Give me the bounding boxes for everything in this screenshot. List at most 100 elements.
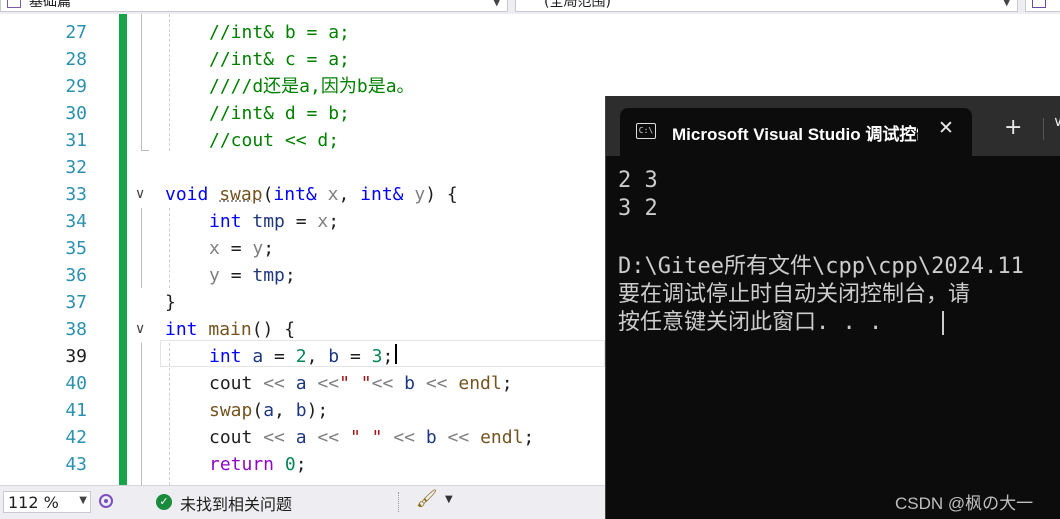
string-literal: " " <box>339 373 372 394</box>
punctuation: ; <box>295 454 307 475</box>
identifier: cout <box>209 373 253 394</box>
chevron-down-icon[interactable]: ▼ <box>445 494 453 505</box>
code-line-35: x = y; <box>209 235 274 262</box>
punctuation: ( <box>262 184 274 205</box>
line-number: 36 <box>65 265 87 286</box>
parameter: y <box>209 265 220 286</box>
member-dropdown[interactable] <box>1025 0 1060 12</box>
code-line-42: cout << a << " " << b << endl; <box>209 424 534 451</box>
code-line-33: void swap(int& x, int& y) { <box>165 181 458 208</box>
console-output-line: 3 2 <box>618 196 658 221</box>
indent-guide <box>169 208 170 288</box>
collapse-chevron-icon[interactable]: ∨ <box>135 181 145 208</box>
function-name: endl <box>458 373 502 394</box>
punctuation: ; <box>523 427 535 448</box>
text-caret <box>395 344 397 364</box>
number: 2 <box>295 346 307 367</box>
code-line-28: //int& c = a; <box>209 46 350 73</box>
status-bar: 112 % ▼ ✓ 未找到相关问题 🖌 ▼ <box>0 485 605 519</box>
line-number: 38 <box>65 319 87 340</box>
parameter: x <box>317 211 329 232</box>
code-line-38: int main() { <box>165 316 295 343</box>
variable: tmp <box>252 265 285 286</box>
code-line-39: int a = 2, b = 3; <box>209 343 393 370</box>
variable: tmp <box>252 211 285 232</box>
watermark: CSDN @枫の大一 <box>895 494 1034 513</box>
code-line-41: swap(a, b); <box>209 397 328 424</box>
variable: a <box>263 400 275 421</box>
variable: a <box>252 346 264 367</box>
operator: = <box>274 346 285 367</box>
function-name: swap <box>209 400 253 421</box>
operator: = <box>230 238 242 259</box>
line-number: 33 <box>65 184 87 205</box>
change-tracking-bar <box>119 14 127 485</box>
plus-icon[interactable]: + <box>1004 117 1022 139</box>
keyword: void <box>165 184 209 205</box>
navigation-bar: 基础篇 ▼ (全局范围) ▼ <box>0 0 1060 14</box>
type: int& <box>360 184 404 205</box>
code-line-43: return 0; <box>209 451 307 478</box>
comment: //cout << d; <box>209 130 340 151</box>
indent-guide <box>169 14 170 151</box>
variable: a <box>295 427 307 448</box>
code-line-29: ////d还是a,因为b是a。 <box>209 73 415 100</box>
code-cleanup-brush-icon[interactable]: 🖌 <box>416 489 438 509</box>
line-number: 43 <box>65 454 87 475</box>
issues-status[interactable]: 未找到相关问题 <box>180 491 292 515</box>
operator: << <box>317 373 340 394</box>
punctuation: , <box>338 184 350 205</box>
console-tab[interactable]: C:\ Microsoft Visual Studio 调试控制台 ✕ <box>620 108 972 156</box>
line-number: 28 <box>65 49 87 70</box>
code-line-30: //int& d = b; <box>209 100 350 127</box>
punctuation: ; <box>382 346 394 367</box>
project-dropdown[interactable]: 基础篇 ▼ <box>0 0 508 12</box>
scope-dropdown-label: (全局范围) <box>544 0 611 10</box>
comment: //int& b = a; <box>209 22 350 43</box>
punctuation: , <box>274 400 285 421</box>
line-number: 41 <box>65 400 87 421</box>
chevron-down-icon: ▼ <box>79 495 87 506</box>
parameter: x <box>209 238 220 259</box>
member-icon <box>1032 0 1046 8</box>
close-tab-icon[interactable]: ✕ <box>938 117 954 139</box>
function-name: main <box>208 319 252 340</box>
intellicode-icon[interactable] <box>96 491 116 511</box>
divider <box>398 492 400 512</box>
scope-dropdown[interactable]: (全局范围) ▼ <box>515 0 1018 12</box>
line-number: 34 <box>65 211 87 232</box>
code-line-34: int tmp = x; <box>209 208 339 235</box>
operator: << <box>317 427 340 448</box>
zoom-dropdown[interactable]: 112 % ▼ <box>3 491 91 513</box>
operator: << <box>425 373 448 394</box>
project-dropdown-label: 基础篇 <box>29 0 71 10</box>
code-line-36: y = tmp; <box>209 262 296 289</box>
project-icon <box>7 0 21 8</box>
chevron-down-icon[interactable]: ∨ <box>1053 114 1060 130</box>
punctuation: ( <box>252 400 264 421</box>
keyword: int <box>209 211 242 232</box>
line-number: 30 <box>65 103 87 124</box>
debug-console-window[interactable]: C:\ Microsoft Visual Studio 调试控制台 ✕ + ∨ … <box>605 96 1060 519</box>
line-number: 37 <box>65 292 87 313</box>
punctuation: ; <box>284 265 296 286</box>
fold-bracket-end <box>141 150 149 151</box>
line-number: 29 <box>65 76 87 97</box>
code-line-40: cout << a <<" "<< b << endl; <box>209 370 513 397</box>
console-output-line: 2 3 <box>618 168 658 193</box>
console-output-line: 要在调试停止时自动关闭控制台，请 <box>618 282 971 307</box>
variable: b <box>404 373 415 394</box>
punctuation: } <box>165 292 176 313</box>
punctuation: ) { <box>425 184 458 205</box>
terminal-icon: C:\ <box>636 123 656 139</box>
collapse-chevron-icon[interactable]: ∨ <box>135 316 145 343</box>
function-name: swap <box>219 184 263 205</box>
line-number: 27 <box>65 22 87 43</box>
comment: //int& d = b; <box>209 103 350 124</box>
keyword: return <box>209 454 275 475</box>
parameter: y <box>252 238 264 259</box>
operator: << <box>263 373 285 394</box>
console-output-line: D:\Gitee所有文件\cpp\cpp\2024.11 <box>618 254 1024 279</box>
line-number: 40 <box>65 373 87 394</box>
punctuation: ; <box>328 211 340 232</box>
